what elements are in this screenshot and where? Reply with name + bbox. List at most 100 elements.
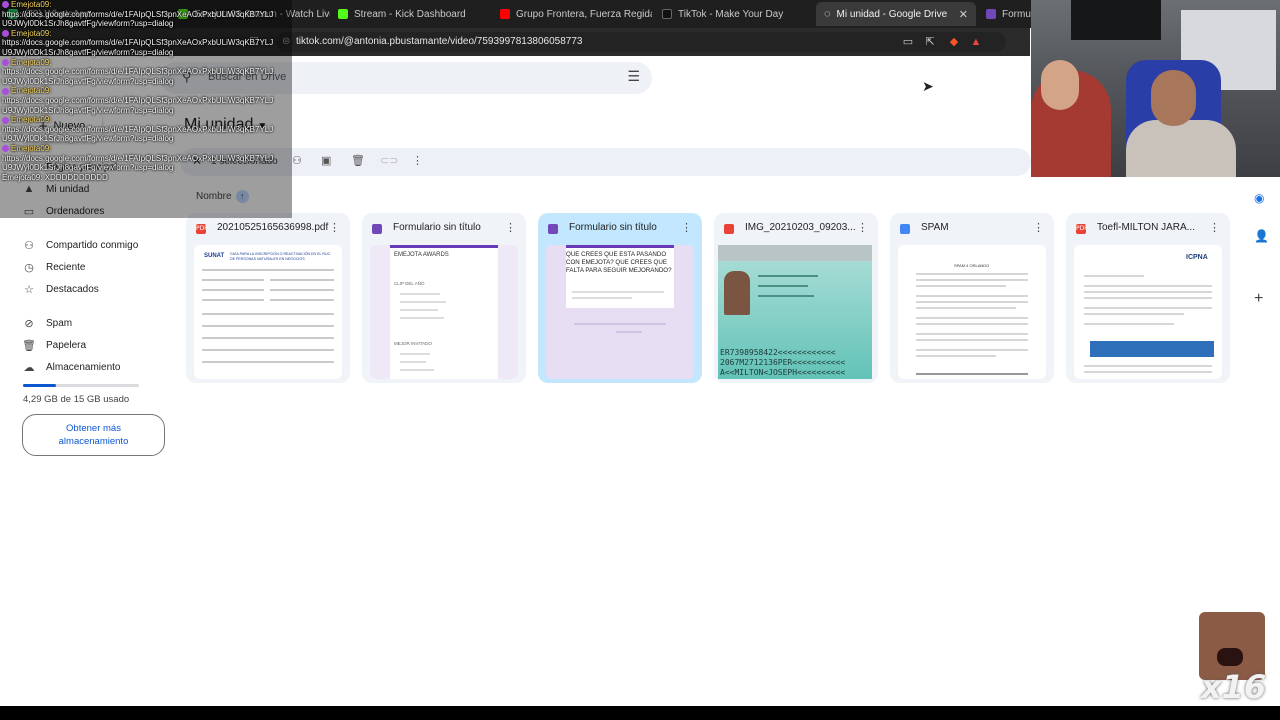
emote-overlay: x16 xyxy=(1197,612,1267,706)
brave-shield-icon[interactable]: ◆ xyxy=(946,34,962,50)
more-options-icon[interactable]: ⋮ xyxy=(681,221,692,234)
file-thumbnail: EMEJOTA AWARDS CLIP DEL AÑO MEJOR INVITA… xyxy=(370,245,518,379)
pdf-icon: PDF xyxy=(196,224,208,234)
chat-message: U9JWyl0Dk1SrJh8gavtfFg/viewform?usp=dial… xyxy=(0,106,292,116)
thumb-text: FALTA PARA SEGUIR MEJORANDO? xyxy=(566,267,672,274)
thumb-text: SPAM 4 ORLANDO xyxy=(954,263,990,268)
file-name: Toefl-MILTON JARA... xyxy=(1097,222,1195,233)
stream-chat-overlay: Emejota09: https://docs.google.com/forms/… xyxy=(0,0,292,218)
close-tab-icon[interactable]: ✕ xyxy=(959,8,968,21)
share-icon[interactable]: ⇱ xyxy=(922,34,938,50)
file-card[interactable]: PDF 20210525165636998.pdf ⋮ SUNAT GUÍA P… xyxy=(186,213,350,383)
chat-username: Emejota09: xyxy=(11,115,52,125)
search-filter-icon[interactable]: ☰ xyxy=(627,68,640,85)
file-card[interactable]: PDF Toefl-MILTON JARA... ⋮ ICPNA xyxy=(1066,213,1230,383)
file-thumbnail: ICPNA xyxy=(1074,245,1222,379)
more-options-icon[interactable]: ⋮ xyxy=(1033,221,1044,234)
tab-tiktok[interactable]: TikTok - Make Your Day xyxy=(654,2,814,26)
file-thumbnail: ER7398958422<<<<<<<<<<<< 2067M2712136PER… xyxy=(718,245,872,379)
file-name: IMG_20210203_09203... xyxy=(745,222,856,233)
tab-youtube[interactable]: Grupo Frontera, Fuerza Regida - CO xyxy=(492,2,652,26)
more-options-icon[interactable]: ⋮ xyxy=(329,221,340,234)
contacts-icon[interactable]: 👤 xyxy=(1254,229,1269,243)
thumb-text: DE PERSONAS NATURALES EN NEGOCIOS xyxy=(230,257,305,261)
image-icon xyxy=(724,224,734,234)
tab-google-forms[interactable]: Formula xyxy=(978,2,1033,26)
file-name: SPAM xyxy=(921,222,949,233)
more-actions-icon[interactable]: ⋮ xyxy=(412,154,423,167)
youtube-icon xyxy=(500,9,510,19)
thumb-text: MEJOR INVITADO xyxy=(394,341,432,346)
sidebar-item-trash[interactable]: 🗑 Papelera xyxy=(22,335,86,355)
chat-text: https://docs.google.com/forms/d/e/1FAIpQ… xyxy=(2,38,274,48)
cloud-icon: ☁ xyxy=(23,361,35,374)
chat-message: https://docs.google.com/forms/d/e/1FAIpQ… xyxy=(0,96,292,106)
chat-message: U9JWyl0Dk1SrJh8gavtfFg/viewform?usp=dial… xyxy=(0,134,292,144)
forms-icon xyxy=(372,224,382,234)
tab-label: Grupo Frontera, Fuerza Regida - CO xyxy=(516,8,652,20)
tab-label: Formula xyxy=(1002,8,1033,20)
pdf-icon: PDF xyxy=(1076,224,1088,234)
chat-text: U9JWyl0Dk1SrJh8gavtfFg/viewform?usp=dial… xyxy=(2,105,174,115)
chat-username: Emejota09: xyxy=(11,57,52,67)
chat-text: Emejota09: XDDDDDDDDDD xyxy=(2,172,108,182)
tasks-icon[interactable]: ◉ xyxy=(1254,191,1264,205)
thumb-text: GUÍA PARA LA INSCRIPCIÓN O REACTIVACIÓN … xyxy=(230,252,331,256)
sidebar-item-storage[interactable]: ☁ Almacenamiento xyxy=(22,357,121,377)
tiktok-icon xyxy=(662,9,672,19)
brave-rewards-icon[interactable]: ▲ xyxy=(968,34,984,50)
chat-message: https://docs.google.com/forms/d/e/1FAIpQ… xyxy=(0,38,292,48)
more-options-icon[interactable]: ⋮ xyxy=(1209,221,1220,234)
chat-username: Emejota09: xyxy=(11,28,52,38)
storage-usage-text: 4,29 GB de 15 GB usado xyxy=(23,394,130,405)
chat-message: U9JWyl0Dk1SrJh8gavtfFg/viewform?usp=dial… xyxy=(0,163,292,173)
tab-kick-dashboard[interactable]: Stream - Kick Dashboard xyxy=(330,2,490,26)
more-options-icon[interactable]: ⋮ xyxy=(505,221,516,234)
file-card-selected[interactable]: Formulario sin título ⋮ QUE CREES QUE ES… xyxy=(538,213,702,383)
file-thumbnail: SPAM 4 ORLANDO xyxy=(898,245,1046,379)
chat-message: Emejota09: xyxy=(0,115,292,125)
chat-message: https://docs.google.com/forms/d/e/1FAIpQ… xyxy=(0,67,292,77)
chat-text: U9JWyl0Dk1SrJh8gavtfFg/viewform?usp=dial… xyxy=(2,47,174,57)
thumb-text: ICPNA xyxy=(1186,254,1208,261)
more-options-icon[interactable]: ⋮ xyxy=(857,221,868,234)
tab-google-drive[interactable]: ◌ Mi unidad - Google Drive ✕ xyxy=(816,2,976,26)
file-card[interactable]: IMG_20210203_09203... ⋮ ER7398958422<<<<… xyxy=(714,213,878,383)
thumb-text: ER7398958422<<<<<<<<<<<< xyxy=(720,348,836,357)
get-more-storage-button[interactable]: Obtener más almacenamiento xyxy=(22,414,165,456)
cast-icon[interactable]: ▭ xyxy=(900,34,916,50)
trash-icon[interactable]: 🗑 xyxy=(351,154,365,167)
kick-icon xyxy=(338,9,348,19)
share-person-icon[interactable]: ⚇ xyxy=(292,154,302,167)
sidebar-item-recent[interactable]: ◷ Reciente xyxy=(22,257,85,277)
link-icon[interactable]: ⊂⊃ xyxy=(380,154,398,167)
forms-icon xyxy=(548,224,558,234)
chat-message: https://docs.google.com/forms/d/e/1FAIpQ… xyxy=(0,154,292,164)
sidebar-item-spam[interactable]: ⊘ Spam xyxy=(22,313,72,333)
chat-text: U9JWyl0Dk1SrJh8gavtfFg/viewform?usp=dial… xyxy=(2,134,174,144)
chat-message: Emejota09: xyxy=(0,29,292,39)
thumb-text: 2067M2712136PER<<<<<<<<<<< xyxy=(720,358,846,367)
chat-text: https://docs.google.com/forms/d/e/1FAIpQ… xyxy=(2,9,274,19)
kick-badge-icon xyxy=(2,30,9,38)
forms-icon xyxy=(986,9,996,19)
file-card[interactable]: SPAM ⋮ SPAM 4 ORLANDO xyxy=(890,213,1054,383)
chat-text: https://docs.google.com/forms/d/e/1FAIpQ… xyxy=(2,95,274,105)
file-card[interactable]: Formulario sin título ⋮ EMEJOTA AWARDS C… xyxy=(362,213,526,383)
file-thumbnail: SUNAT GUÍA PARA LA INSCRIPCIÓN O REACTIV… xyxy=(194,245,342,379)
move-folder-icon[interactable]: ▣ xyxy=(321,154,331,167)
tab-label: Stream - Kick Dashboard xyxy=(354,8,466,20)
loading-spinner-icon: ◌ xyxy=(824,8,831,20)
add-addon-icon[interactable]: + xyxy=(1254,290,1263,308)
chat-text: U9JWyl0Dk1SrJh8gavtfFg/viewform?usp=dial… xyxy=(2,163,174,173)
bottom-edge xyxy=(0,706,1280,720)
sidebar-item-shared[interactable]: ⚇ Compartido conmigo xyxy=(22,235,138,255)
tab-label: Mi unidad - Google Drive xyxy=(836,8,948,20)
thumb-text: CON EMEJOTA? QUE CREES QUE xyxy=(566,259,667,266)
chat-message: U9JWyl0Dk1SrJh8gavtfFg/viewform?usp=dial… xyxy=(0,48,292,58)
sidebar-item-starred[interactable]: ☆ Destacados xyxy=(22,279,99,299)
emote-count: x16 xyxy=(1201,668,1267,706)
thumb-text: CLIP DEL AÑO xyxy=(394,281,425,286)
url-field[interactable]: ⊜ tiktok.com/@antonia.pbustamante/video/… xyxy=(276,32,1006,52)
chat-username: Emejota09: xyxy=(11,143,52,153)
